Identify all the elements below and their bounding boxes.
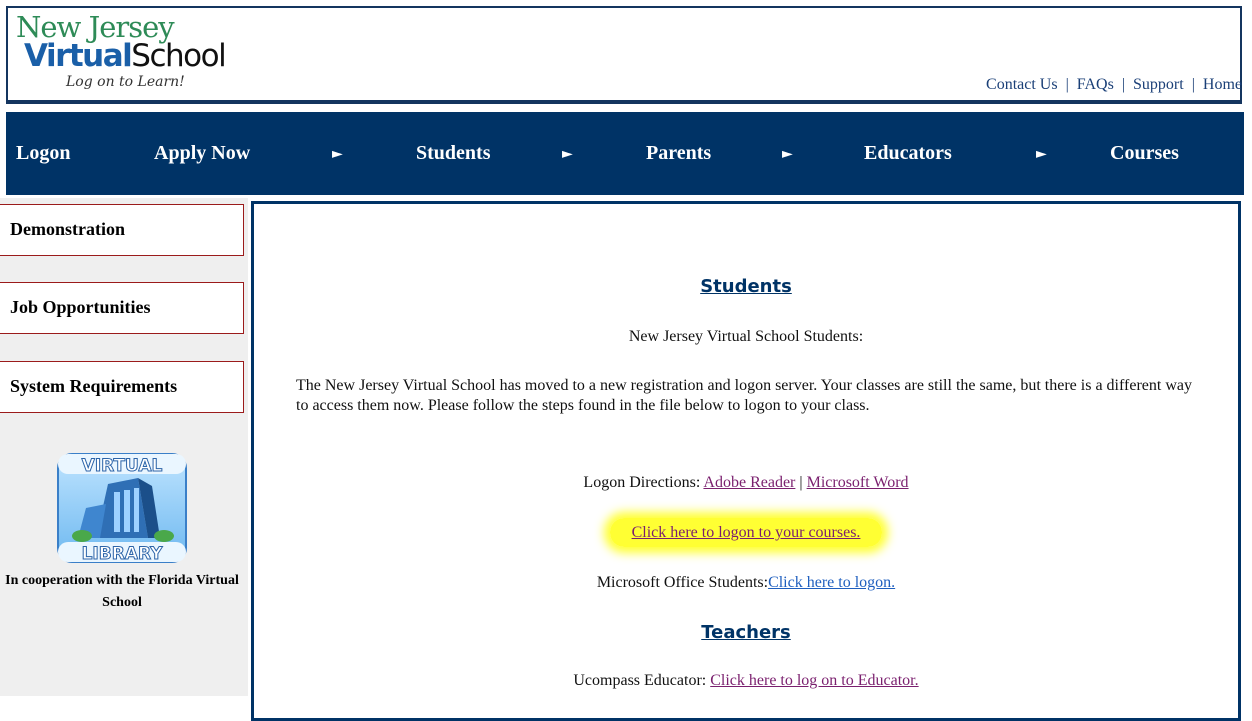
- nav-parents[interactable]: Parents: [646, 142, 711, 165]
- header-frame-left: [6, 6, 8, 102]
- main-nav: Logon Apply Now ► Students ► Parents ► E…: [6, 112, 1244, 195]
- support-link[interactable]: Support: [1133, 76, 1184, 93]
- students-intro: New Jersey Virtual School Students:: [628, 328, 864, 345]
- arrow-right-icon: ►: [562, 146, 573, 162]
- ms-office-row: Microsoft Office Students:Click here to …: [254, 574, 1238, 592]
- top-link-separator: |: [1065, 76, 1069, 93]
- ucompass-row: Ucompass Educator: Click here to log on …: [254, 672, 1238, 690]
- link-separator: |: [799, 474, 803, 491]
- contact-us-link[interactable]: Contact Us: [986, 76, 1058, 93]
- teachers-heading: Teachers: [701, 622, 791, 643]
- ms-office-logon-link[interactable]: Click here to logon.: [768, 574, 895, 591]
- students-heading: Students: [700, 276, 792, 297]
- sidebar-item-system-requirements[interactable]: System Requirements: [0, 361, 244, 413]
- header-rule: [6, 100, 1242, 104]
- sidebar-item-label: Demonstration: [10, 219, 125, 239]
- top-link-separator: |: [1191, 76, 1195, 93]
- sidebar-item-label: System Requirements: [10, 376, 178, 396]
- logon-courses-row: Click here to logon to your courses.: [254, 518, 1238, 547]
- virtual-library-logo[interactable]: VIRTUAL LIBRARY: [56, 452, 188, 564]
- main-content: Students New Jersey Virtual School Stude…: [251, 201, 1241, 721]
- nav-apply-now[interactable]: Apply Now: [154, 142, 250, 165]
- nav-educators[interactable]: Educators: [864, 142, 952, 165]
- nav-students[interactable]: Students: [416, 142, 490, 165]
- nav-courses[interactable]: Courses: [1110, 142, 1179, 165]
- arrow-right-icon: ►: [1036, 146, 1047, 162]
- site-logo[interactable]: New Jersey VirtualSchool Log on to Learn…: [14, 10, 227, 100]
- adobe-reader-link[interactable]: Adobe Reader: [703, 474, 795, 491]
- sidebar-item-job-opportunities[interactable]: Job Opportunities: [0, 282, 244, 334]
- sidebar: Demonstration Job Opportunities System R…: [0, 198, 248, 696]
- students-paragraph: The New Jersey Virtual School has moved …: [296, 377, 1192, 414]
- header-frame-top: [6, 6, 1242, 8]
- microsoft-word-link[interactable]: Microsoft Word: [807, 474, 909, 491]
- arrow-right-icon: ►: [782, 146, 793, 162]
- virtual-library-bottom-text: LIBRARY: [82, 544, 164, 564]
- top-link-separator: |: [1121, 76, 1126, 93]
- virtual-library-caption: In cooperation with the Florida Virtual …: [5, 573, 239, 610]
- logo-word-school: School: [131, 38, 226, 74]
- nav-logon[interactable]: Logon: [16, 142, 70, 165]
- logo-tagline: Log on to Learn!: [66, 74, 185, 90]
- logon-courses-link[interactable]: Click here to logon to your courses.: [632, 524, 861, 541]
- ucompass-label: Ucompass Educator:: [573, 672, 707, 689]
- sidebar-item-label: Job Opportunities: [10, 297, 151, 317]
- site-header: New Jersey VirtualSchool Log on to Learn…: [0, 0, 1252, 104]
- sidebar-item-demonstration[interactable]: Demonstration: [0, 204, 244, 256]
- highlight-marker: Click here to logon to your courses.: [609, 518, 883, 547]
- logo-word-virtual: Virtual: [24, 38, 133, 74]
- logo-line-virtual-school: VirtualSchool: [24, 38, 227, 74]
- logon-directions-label: Logon Directions:: [583, 474, 701, 491]
- home-link[interactable]: Home: [1203, 76, 1242, 93]
- top-links: Contact Us | FAQs | Support | Home: [986, 76, 1242, 94]
- arrow-right-icon: ►: [332, 146, 343, 162]
- logon-directions: Logon Directions: Adobe Reader | Microso…: [254, 474, 1238, 492]
- ucompass-educator-link[interactable]: Click here to log on to Educator.: [710, 672, 918, 689]
- faqs-link[interactable]: FAQs: [1077, 76, 1114, 93]
- ms-office-label: Microsoft Office Students:: [596, 574, 769, 591]
- virtual-library-top-text: VIRTUAL: [82, 456, 163, 476]
